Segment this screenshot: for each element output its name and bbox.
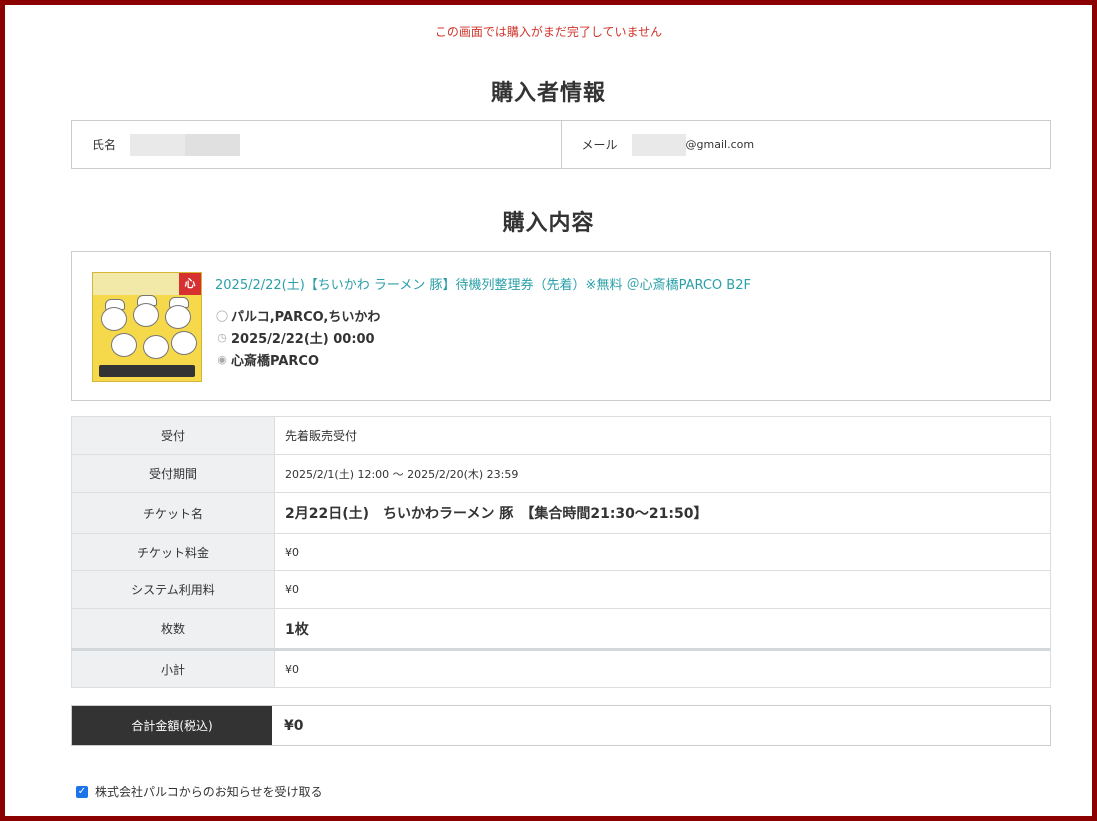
buyer-section-title: 購入者情報	[490, 81, 606, 106]
row-value: 2025/2/1(土) 12:00 〜 2025/2/20(木) 23:59	[274, 454, 1051, 493]
buyer-name-cell: 氏名	[72, 121, 561, 168]
character-face	[143, 335, 169, 359]
row-label: チケット料金	[71, 533, 275, 571]
purchase-detail-table: 受付 先着販売受付 受付期間 2025/2/1(土) 12:00 〜 2025/…	[71, 416, 1051, 688]
character-face	[111, 333, 137, 357]
row-label: システム利用料	[71, 570, 275, 609]
person-icon: ◯	[215, 309, 229, 322]
page-frame: この画面では購入がまだ完了していません 購入者情報 氏名 メール @gmail.…	[5, 5, 1092, 816]
name-redacted-part2	[185, 133, 241, 156]
consent-checkbox[interactable]: ✓	[76, 785, 88, 798]
incomplete-notice: この画面では購入がまだ完了していません	[434, 25, 663, 39]
purchase-section-title: 購入内容	[502, 211, 595, 236]
character-face	[171, 331, 197, 355]
email-domain: @gmail.com	[685, 138, 755, 151]
email-redacted	[631, 133, 686, 156]
thumbnail-badge: 心	[179, 273, 201, 295]
datetime-text: 2025/2/22(土) 00:00	[231, 332, 375, 347]
table-row: 受付期間 2025/2/1(土) 12:00 〜 2025/2/20(木) 23…	[71, 454, 1051, 493]
row-value: ¥0	[274, 570, 1051, 609]
event-organizer: ◯ パルコ,PARCO,ちいかわ	[215, 306, 381, 325]
row-value: ¥0	[274, 533, 1051, 571]
table-row: システム利用料 ¥0	[71, 570, 1051, 609]
row-label: 小計	[71, 648, 275, 688]
table-row: 枚数 1枚	[71, 608, 1051, 650]
event-summary-box: 心 2025/2/22(土)【ちいかわ ラーメン 豚】待機列整理券（先着）※無料…	[71, 251, 1051, 401]
row-value: 2月22日(土) ちいかわラーメン 豚 【集合時間21:30〜21:50】	[274, 492, 1051, 534]
name-redacted-part1	[130, 133, 186, 156]
clock-icon: ◷	[217, 331, 227, 344]
row-label: 受付期間	[71, 454, 275, 493]
total-label: 合計金額(税込)	[72, 706, 272, 745]
event-thumbnail-image: 心	[92, 272, 202, 382]
table-row: チケット料金 ¥0	[71, 533, 1051, 571]
table-row: 受付 先着販売受付	[71, 416, 1051, 455]
consent-label: 株式会社パルコからのお知らせを受け取る	[95, 785, 323, 799]
event-title-link[interactable]: 2025/2/22(土)【ちいかわ ラーメン 豚】待機列整理券（先着）※無料 ＠…	[215, 274, 751, 293]
total-amount-box: 合計金額(税込) ¥0	[71, 705, 1051, 746]
location-pin-icon: ◉	[217, 353, 227, 366]
buyer-email-cell: メール @gmail.com	[560, 121, 1051, 168]
row-label: チケット名	[71, 492, 275, 534]
table-row: 小計 ¥0	[71, 648, 1051, 688]
character-face	[101, 307, 127, 331]
total-value: ¥0	[284, 717, 304, 734]
character-face	[133, 303, 159, 327]
email-label: メール	[581, 138, 618, 152]
event-venue: ◉ 心斎橋PARCO	[215, 350, 319, 369]
row-value: ¥0	[274, 648, 1051, 688]
organizer-text: パルコ,PARCO,ちいかわ	[231, 310, 381, 325]
name-label: 氏名	[92, 138, 117, 152]
row-value: 先着販売受付	[274, 416, 1051, 455]
newsletter-consent[interactable]: ✓ 株式会社パルコからのお知らせを受け取る	[76, 783, 323, 800]
buyer-info-box: 氏名 メール @gmail.com	[71, 120, 1051, 169]
row-value: 1枚	[274, 608, 1051, 650]
character-face	[165, 305, 191, 329]
event-datetime: ◷ 2025/2/22(土) 00:00	[215, 328, 375, 347]
table-row: チケット名 2月22日(土) ちいかわラーメン 豚 【集合時間21:30〜21:…	[71, 492, 1051, 534]
ramen-counter	[99, 365, 195, 377]
row-label: 枚数	[71, 608, 275, 650]
venue-text: 心斎橋PARCO	[231, 354, 319, 369]
row-label: 受付	[71, 416, 275, 455]
